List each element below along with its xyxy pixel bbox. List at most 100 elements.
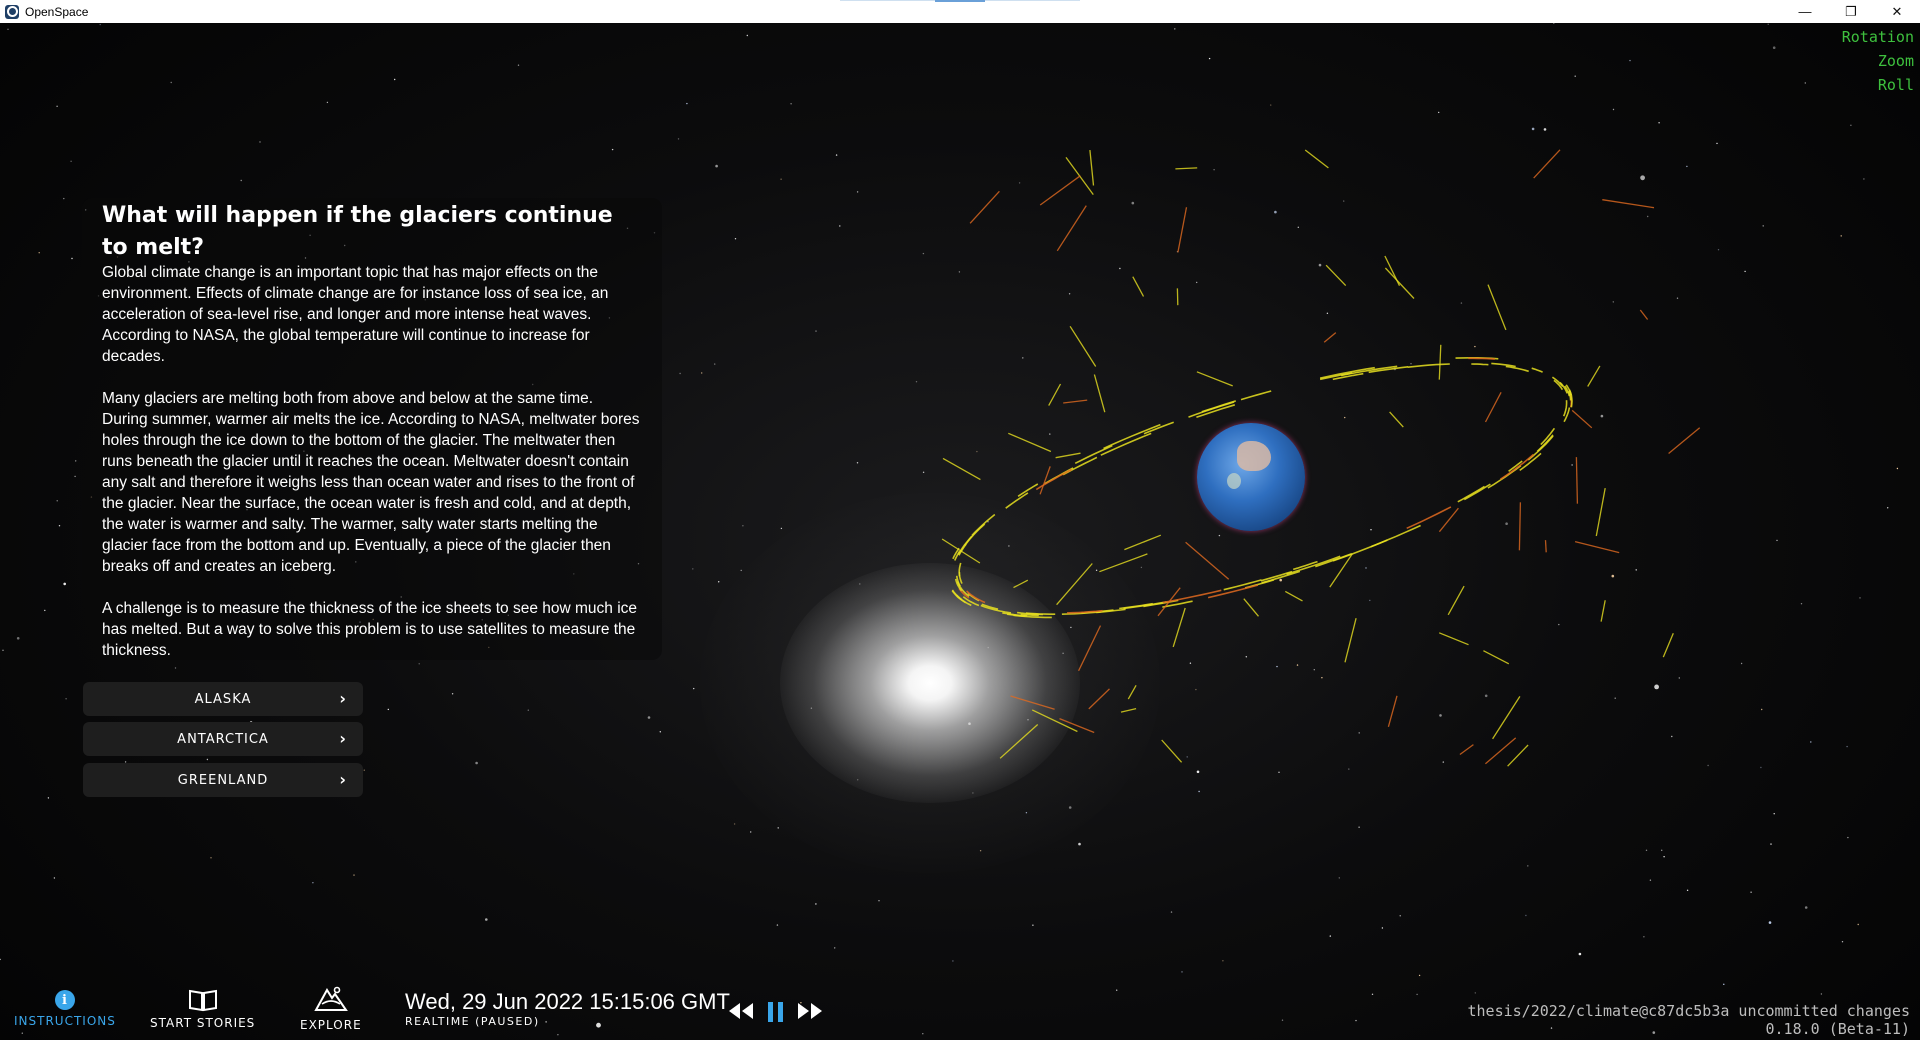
satellite-trail (1595, 487, 1606, 537)
antarctica-button[interactable]: ANTARCTICA › (83, 722, 363, 756)
orbit-trail (1471, 363, 1489, 366)
orbit-trail (1035, 468, 1072, 491)
satellite-trail (1031, 709, 1078, 733)
story-body: Global climate change is an important to… (102, 262, 642, 682)
satellite-trail (1571, 409, 1593, 429)
rewind-button[interactable] (726, 1000, 756, 1028)
satellite-trail (1575, 457, 1579, 504)
orbit-trail (1005, 492, 1029, 509)
satellite-trail (1662, 633, 1674, 658)
orbit-trail (1519, 452, 1542, 472)
chevron-right-icon: › (339, 729, 347, 748)
satellite-trail (1093, 374, 1106, 413)
greenland-button[interactable]: GREENLAND › (83, 763, 363, 797)
satellite-trail (1063, 399, 1088, 404)
titlebar-accent (935, 0, 985, 2)
orbit-trail (1531, 367, 1543, 373)
instructions-button[interactable]: i INSTRUCTIONS (14, 990, 116, 1028)
version-number: 0.18.0 (Beta-11) (1765, 1020, 1911, 1038)
satellite-trail (1055, 452, 1081, 459)
chevron-right-icon: › (339, 689, 347, 708)
satellite-trail (1243, 598, 1259, 617)
satellite-trail (1483, 650, 1510, 665)
orbit-trail (958, 571, 963, 584)
satellite-trail (1039, 466, 1051, 495)
chevron-right-icon: › (339, 770, 347, 789)
instructions-label: INSTRUCTIONS (14, 1014, 116, 1028)
orbit-trail (1407, 363, 1450, 368)
restore-button[interactable]: ❐ (1828, 0, 1874, 23)
satellite-trail (1668, 427, 1701, 455)
orbit-trail (1103, 423, 1161, 450)
orbit-trail (1505, 365, 1529, 373)
story-paragraph: Many glaciers are melting both from abov… (102, 390, 640, 575)
satellite-trail (1438, 344, 1442, 380)
nav-mode-zoom: Zoom (1877, 52, 1914, 70)
satellite-trail (1384, 267, 1415, 299)
explore-label: EXPLORE (300, 1018, 362, 1032)
satellite-trail (1161, 739, 1183, 763)
book-icon (188, 989, 217, 1012)
satellite-trail (1069, 325, 1097, 367)
orbit-trail (964, 523, 986, 546)
story-paragraph: Global climate change is an important to… (102, 264, 609, 365)
simulation-date[interactable]: Wed, 29 Jun 2022 15:15:06 GMT (405, 989, 730, 1015)
satellite-trail (1175, 167, 1198, 170)
orbit-trail (1463, 483, 1491, 501)
satellite-trail (1459, 744, 1474, 756)
window-title: OpenSpace (25, 4, 89, 19)
earth-globe[interactable] (1197, 423, 1305, 531)
satellite-trail (1284, 590, 1303, 602)
orbit-trail (1562, 400, 1568, 417)
version-branch: thesis/2022/climate@c87dc5b3a uncommitte… (1467, 1002, 1910, 1020)
satellite-trail (1507, 744, 1529, 767)
satellite-trail (1089, 150, 1095, 186)
satellite-trail (1088, 688, 1110, 710)
satellite-trail (999, 724, 1039, 759)
satellite-trail (1048, 383, 1062, 406)
version-info: thesis/2022/climate@c87dc5b3a uncommitte… (1467, 1002, 1910, 1038)
start-stories-label: START STORIES (150, 1016, 256, 1030)
info-icon: i (54, 990, 75, 1010)
satellite-trail (1484, 737, 1517, 765)
satellite-trail (1518, 502, 1522, 551)
satellite-trail (1078, 625, 1102, 672)
satellite-trail (1010, 695, 1055, 710)
story-title: What will happen if the glaciers continu… (102, 203, 613, 260)
antarctica-label: ANTARCTICA (177, 731, 269, 747)
greenland-label: GREENLAND (177, 772, 269, 788)
pause-button[interactable] (765, 1000, 787, 1030)
mountain-icon (314, 986, 348, 1011)
orbit-trail (1457, 485, 1485, 503)
orbit-trail (1315, 552, 1352, 568)
orbit-trail (1143, 421, 1174, 435)
orbit-trail (1551, 376, 1564, 388)
orbit-trail (1340, 365, 1398, 377)
satellite-trail (1587, 365, 1601, 387)
satellite-trail (1602, 199, 1655, 209)
minimize-button[interactable]: — (1782, 0, 1828, 23)
satellite-trail (1544, 540, 1547, 553)
satellite-trail (942, 457, 981, 481)
satellite-trail (1099, 553, 1148, 573)
satellite-trail (1172, 607, 1186, 648)
orbit-trail (1286, 555, 1341, 575)
satellite-trail (1492, 696, 1521, 740)
orbit-trail (1536, 434, 1554, 452)
orbit-trail (1074, 444, 1113, 465)
explore-button[interactable]: EXPLORE (300, 984, 362, 1032)
story-paragraph: A challenge is to measure the thickness … (102, 600, 638, 659)
fast-forward-button[interactable] (795, 1000, 825, 1028)
orbit-trail (1491, 362, 1516, 368)
orbit-trail (1017, 483, 1039, 497)
start-stories-button[interactable]: START STORIES (150, 988, 255, 1030)
satellite-trail (1574, 540, 1620, 554)
close-button[interactable]: ✕ (1874, 0, 1920, 23)
satellite-trail (1196, 371, 1233, 387)
satellite-trail (1344, 618, 1357, 663)
satellite-trail (1008, 432, 1052, 453)
earth-landmass (1237, 441, 1271, 471)
alaska-button[interactable]: ALASKA › (83, 682, 363, 716)
orbit-trail (1468, 357, 1495, 360)
satellite-trail (1124, 534, 1162, 551)
